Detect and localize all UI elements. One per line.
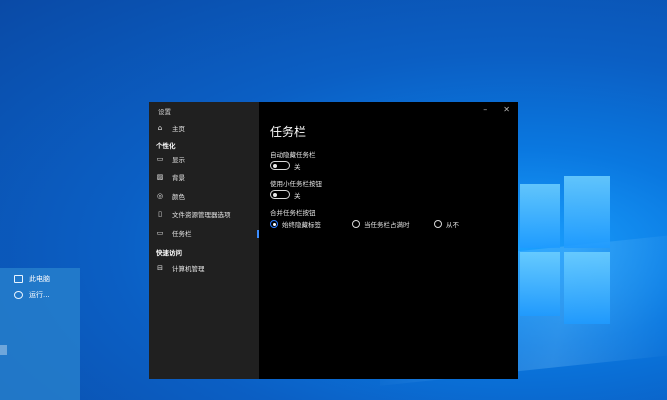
toggle-knob [273,163,277,168]
sidebar-item-taskbar[interactable]: ▭ 任务栏 [156,228,192,238]
radio-never[interactable]: 从不 [434,219,459,229]
auto-hide-state: 关 [294,163,301,171]
context-menu-label: 此电脑 [29,275,50,283]
sidebar-section-personalization: 个性化 [156,142,176,150]
radio-always-hide-labels[interactable]: 始终隐藏标签 [270,219,321,229]
radio-unselected-icon [434,220,442,228]
settings-sidebar: 设置 ⌂ 主页 个性化 ▭ 显示 ▨ 背景 ◎ 颜色 ▯ 文件资源管理器选项 ▭… [149,102,259,379]
sidebar-item-label: 颜色 [172,193,185,201]
taskbar-icon: ▭ [156,228,164,237]
radio-label: 始终隐藏标签 [282,221,321,229]
computer-management-icon: ⊟ [157,263,163,272]
radio-label: 当任务栏占满时 [364,221,410,229]
settings-content: – ✕ 任务栏 自动隐藏任务栏 关 使用小任务栏按钮 关 合并任务栏按钮 始终隐… [259,102,518,379]
auto-hide-toggle[interactable] [270,161,290,170]
sidebar-item-label: 背景 [172,174,185,182]
minimize-button[interactable]: – [483,105,487,114]
sidebar-item-display[interactable]: ▭ 显示 [156,154,185,164]
setting-label-auto-hide: 自动隐藏任务栏 [270,151,316,159]
desktop-context-menu [0,268,80,400]
radio-label: 从不 [446,221,459,229]
settings-window: 设置 ⌂ 主页 个性化 ▭ 显示 ▨ 背景 ◎ 颜色 ▯ 文件资源管理器选项 ▭… [149,102,518,379]
context-menu-item-run[interactable]: 运行... [14,290,50,300]
window-title: 设置 [158,108,171,116]
context-menu-label: 运行... [29,291,50,299]
palette-icon: ◎ [156,191,164,200]
radio-selected-icon [270,220,278,228]
sidebar-item-colors[interactable]: ◎ 颜色 [156,191,185,201]
home-icon: ⌂ [157,123,163,132]
monitor-icon: ▭ [156,154,164,163]
sidebar-item-label: 显示 [172,156,185,164]
computer-icon [14,275,23,283]
setting-label-small-buttons: 使用小任务栏按钮 [270,180,322,188]
sidebar-item-label: 文件资源管理器选项 [172,211,231,219]
phone-icon: ▯ [158,209,162,218]
window-controls: – ✕ [483,105,510,114]
sidebar-item-home[interactable]: ⌂ 主页 [156,123,185,133]
sidebar-item-background[interactable]: ▨ 背景 [156,172,185,182]
sidebar-item-label: 任务栏 [172,230,192,238]
image-icon: ▨ [156,172,164,181]
page-title: 任务栏 [270,125,307,139]
run-icon [14,291,23,299]
sidebar-section-quick-access: 快速访问 [156,249,182,257]
toggle-knob [273,192,277,197]
setting-label-combine-buttons: 合并任务栏按钮 [270,209,316,217]
sidebar-item-file-explorer-options[interactable]: ▯ 文件资源管理器选项 [156,209,231,219]
sidebar-item-label: 主页 [172,125,185,133]
sidebar-item-computer-management[interactable]: ⊟ 计算机管理 [156,263,205,273]
small-buttons-state: 关 [294,192,301,200]
radio-when-taskbar-full[interactable]: 当任务栏占满时 [352,219,410,229]
sidebar-item-label: 计算机管理 [172,265,205,273]
close-button[interactable]: ✕ [503,105,510,114]
desktop-edge-marker [0,345,7,355]
windows-logo-wallpaper [520,176,610,326]
radio-unselected-icon [352,220,360,228]
context-menu-item-this-pc[interactable]: 此电脑 [14,274,50,284]
small-buttons-toggle[interactable] [270,190,290,199]
